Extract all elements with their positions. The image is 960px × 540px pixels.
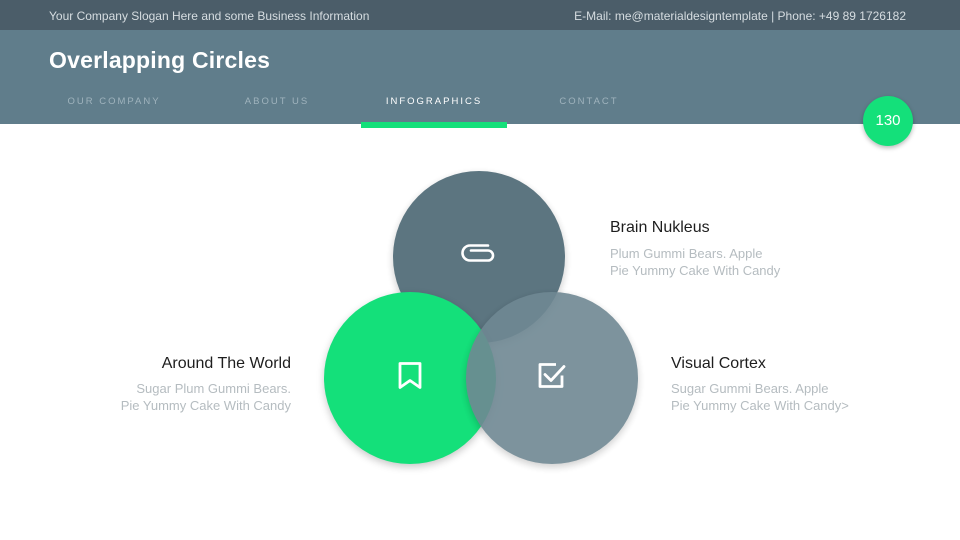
brain-nukleus-title: Brain Nukleus (610, 219, 710, 236)
nav-item-about-us[interactable]: ABOUT US (204, 96, 350, 124)
contact-info: E-Mail: me@materialdesigntemplate | Phon… (574, 9, 906, 23)
brain-nukleus-text-line-2: Pie Yummy Cake With Candy (610, 263, 781, 278)
brain-nukleus-text-line-1: Plum Gummi Bears. Apple (610, 246, 763, 261)
circle-visual-cortex (466, 292, 638, 464)
around-the-world-text-line-1: Sugar Plum Gummi Bears. (136, 381, 291, 396)
visual-cortex-text-line-1: Sugar Gummi Bears. Apple (671, 381, 829, 396)
main-nav: OUR COMPANY ABOUT US INFOGRAPHICS CONTAC… (0, 30, 960, 124)
header: Overlapping Circles OUR COMPANY ABOUT US… (0, 30, 960, 124)
nav-item-contact[interactable]: CONTACT (516, 96, 662, 124)
top-info-bar: Your Company Slogan Here and some Busine… (0, 0, 960, 30)
bookmark-icon (397, 361, 423, 396)
paperclip-icon (461, 244, 497, 271)
around-the-world-title: Around The World (161, 355, 291, 372)
around-the-world-text-line-2: Pie Yummy Cake With Candy (120, 398, 291, 413)
visual-cortex-title: Visual Cortex (671, 355, 766, 372)
page-number-badge: 130 (863, 96, 913, 146)
nav-item-our-company[interactable]: OUR COMPANY (41, 96, 187, 124)
nav-item-infographics[interactable]: INFOGRAPHICS (361, 96, 507, 124)
checkbox-icon (536, 360, 568, 397)
visual-cortex-text-line-2: Pie Yummy Cake With Candy> (671, 398, 849, 413)
company-slogan: Your Company Slogan Here and some Busine… (49, 9, 370, 23)
nav-active-indicator (361, 122, 507, 128)
